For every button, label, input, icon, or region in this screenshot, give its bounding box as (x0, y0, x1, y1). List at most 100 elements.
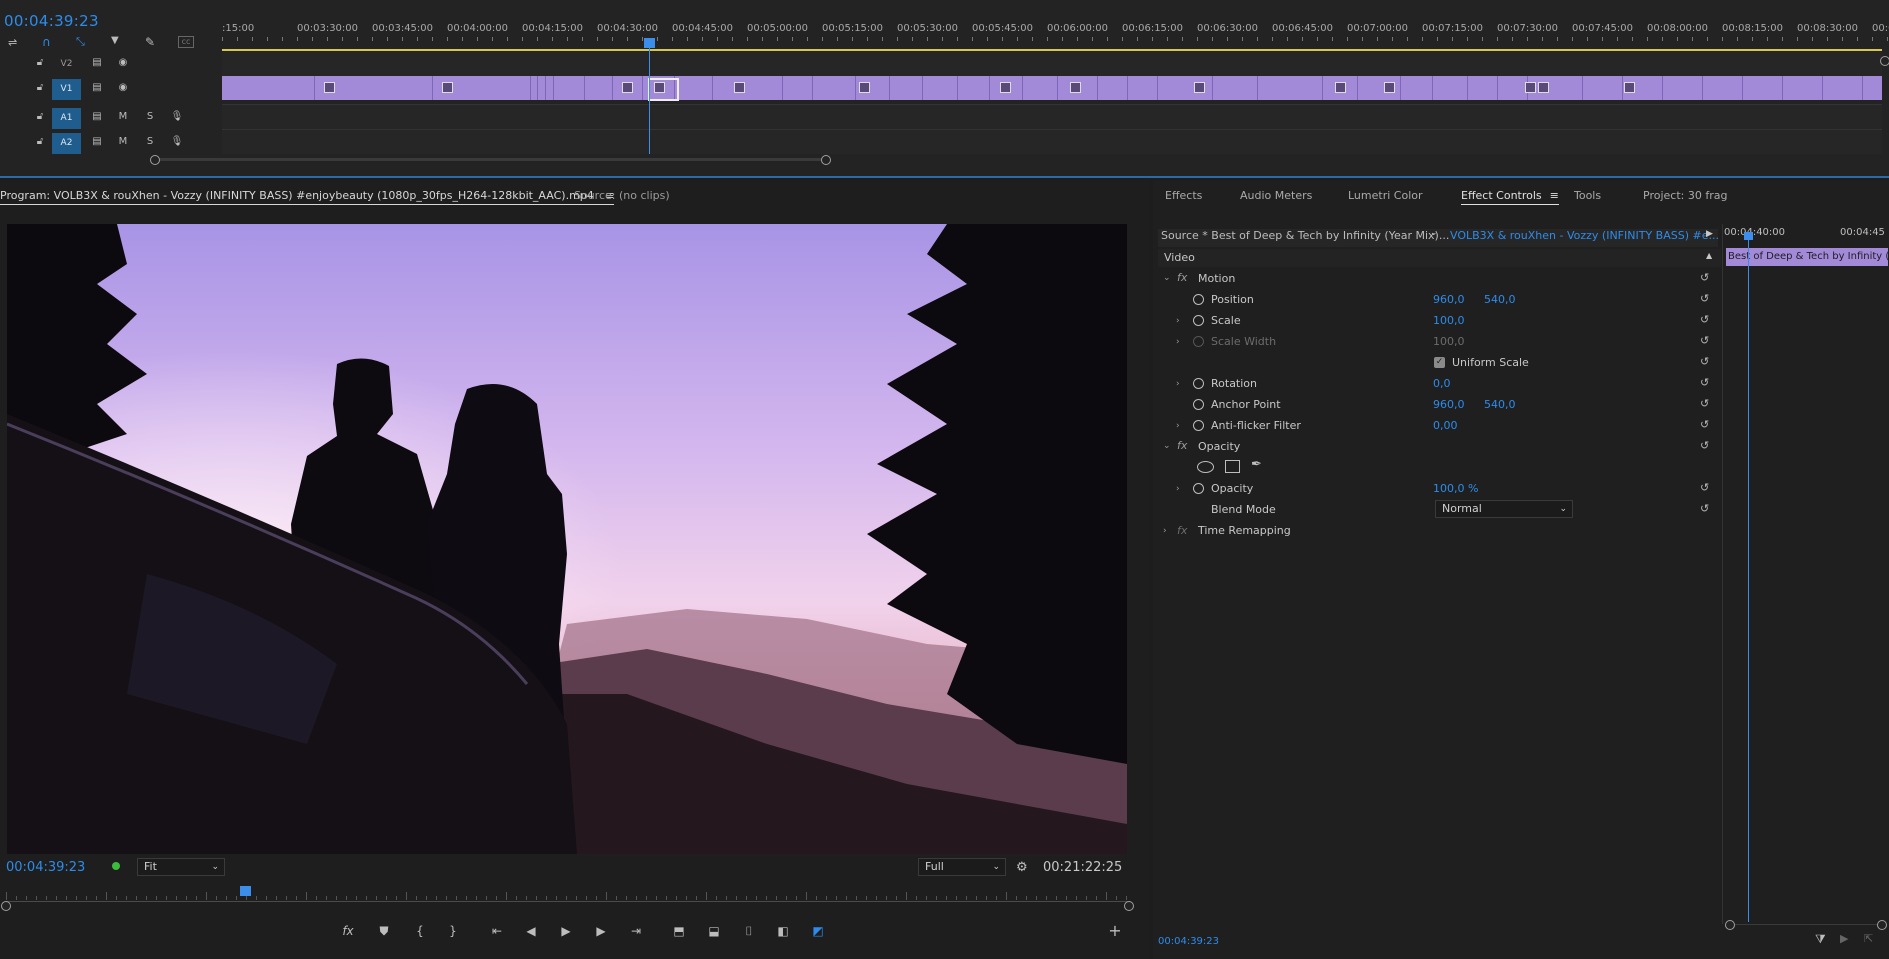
reset-icon[interactable]: ↺ (1700, 271, 1714, 284)
fx-icon[interactable]: fx (1177, 439, 1187, 452)
sync-lock-icon[interactable]: ▤ (90, 135, 104, 149)
rectangle-mask-icon[interactable] (1225, 460, 1240, 473)
play-button[interactable]: ▶︎ (556, 923, 576, 939)
chevron-down-icon[interactable]: ⌄ (1430, 228, 1438, 238)
step-back-button[interactable]: ◀︎ (521, 923, 541, 939)
mute-button[interactable]: M (116, 110, 130, 124)
reset-icon[interactable]: ↺ (1700, 397, 1714, 410)
sync-lock-icon[interactable]: ▤ (90, 110, 104, 124)
add-button[interactable]: + (1105, 923, 1125, 939)
track-target-v1[interactable]: V1 (52, 79, 81, 100)
clip-boundary[interactable] (889, 76, 890, 100)
lock-icon[interactable]: 🔓︎ (33, 56, 47, 70)
stopwatch-icon[interactable] (1193, 483, 1204, 494)
vertical-zoom-handle[interactable] (1880, 56, 1889, 66)
tab-source[interactable]: Source: (no clips) (574, 189, 670, 202)
time-remapping-label[interactable]: Time Remapping (1198, 524, 1291, 537)
position-x-value[interactable]: 960,0 (1433, 293, 1465, 306)
wrench-icon[interactable]: ⚙ (1016, 860, 1028, 875)
clip-boundary[interactable] (957, 76, 958, 100)
anchor-y-value[interactable]: 540,0 (1484, 398, 1516, 411)
effect-controls-timecode[interactable]: 00:04:39:23 (1158, 936, 1219, 947)
chevron-right-icon[interactable]: › (1176, 484, 1180, 494)
uniform-scale-checkbox[interactable]: ✓ (1434, 357, 1445, 368)
rotation-value[interactable]: 0,0 (1433, 377, 1451, 390)
clip-boundary[interactable] (1157, 76, 1158, 100)
clip-boundary[interactable] (1862, 76, 1863, 100)
clip-boundary[interactable] (1212, 76, 1213, 100)
add-marker-button[interactable]: ⛊ (374, 923, 394, 939)
clip-boundary[interactable] (1467, 76, 1468, 100)
mute-button[interactable]: M (116, 135, 130, 149)
clip-boundary[interactable] (1742, 76, 1743, 100)
program-timecode[interactable]: 00:04:39:23 (6, 860, 85, 875)
sync-lock-icon[interactable]: ▤ (90, 81, 104, 95)
solo-button[interactable]: S (143, 135, 157, 149)
monitor-scrub-bar[interactable] (6, 901, 1130, 902)
clip-boundary[interactable] (1702, 76, 1703, 100)
lift-button[interactable]: ⬒ (669, 923, 689, 939)
go-to-out-button[interactable]: ⇥ (626, 923, 646, 939)
clip-boundary[interactable] (537, 76, 538, 100)
stopwatch-icon[interactable] (1193, 420, 1204, 431)
clip-boundary[interactable] (812, 76, 813, 100)
clip-boundary[interactable] (1822, 76, 1823, 100)
snap-icon[interactable]: ∩ (42, 35, 56, 49)
selected-clip[interactable] (648, 78, 679, 101)
opacity-value[interactable]: 100,0 % (1433, 482, 1478, 495)
clip-boundary[interactable] (612, 76, 613, 100)
stopwatch-icon[interactable] (1193, 315, 1204, 326)
microphone-icon[interactable]: 🎙︎ (170, 135, 184, 149)
vr-toggle-button[interactable]: ◩ (808, 923, 828, 939)
clip-boundary[interactable] (1127, 76, 1128, 100)
clip-boundary[interactable] (1497, 76, 1498, 100)
track-lane-a2[interactable] (222, 129, 1882, 154)
panel-menu-icon[interactable]: ≡ (1550, 189, 1559, 202)
tab-audio-meters[interactable]: Audio Meters (1240, 189, 1312, 202)
add-marker-icon[interactable]: ▼ (111, 35, 123, 47)
clip-boundary[interactable] (1582, 76, 1583, 100)
pen-mask-icon[interactable]: ✒ (1251, 457, 1262, 472)
clip-boundary[interactable] (432, 76, 433, 100)
clip-boundary[interactable] (584, 76, 585, 100)
extract-button[interactable]: ⬓ (704, 923, 724, 939)
mini-scrollbar[interactable] (1728, 924, 1880, 925)
mini-scroll-left-handle[interactable] (1725, 920, 1735, 930)
stopwatch-icon[interactable] (1193, 294, 1204, 305)
play-triangle-icon[interactable]: ▶︎ (1706, 229, 1713, 239)
track-lane-v2[interactable] (222, 52, 1882, 76)
reset-icon[interactable]: ↺ (1700, 481, 1714, 494)
lock-icon[interactable]: 🔓︎ (33, 135, 47, 149)
clip-boundary[interactable] (1400, 76, 1401, 100)
scale-value[interactable]: 100,0 (1433, 314, 1465, 327)
time-ruler[interactable]: :15:00 00:03:30:00 00:03:45:00 00:04:00:00 0… (222, 20, 1889, 41)
clip-name-link[interactable]: VOLB3X & rouXhen - Vozzy (INFINITY BASS)… (1450, 229, 1719, 242)
nest-icon[interactable]: ⇌ (8, 36, 22, 49)
playback-resolution-select[interactable]: Full ⌄ (918, 858, 1006, 876)
anti-flicker-value[interactable]: 0,00 (1433, 419, 1458, 432)
clip-boundary[interactable] (314, 76, 315, 100)
timeline-timecode[interactable]: 00:04:39:23 (4, 12, 99, 30)
clip-boundary[interactable] (989, 76, 990, 100)
scroll-right-handle[interactable] (821, 155, 831, 165)
scrub-left-handle[interactable] (1, 901, 11, 911)
step-forward-button[interactable]: ▶︎ (591, 923, 611, 939)
tab-project[interactable]: Project: 30 frag (1643, 189, 1727, 202)
lock-icon[interactable]: 🔓︎ (33, 110, 47, 124)
track-target-a1[interactable]: A1 (52, 108, 81, 129)
clip-boundary[interactable] (922, 76, 923, 100)
go-to-in-button[interactable]: ⇤ (487, 923, 507, 939)
playhead-handle[interactable] (644, 38, 655, 48)
linked-selection-icon[interactable]: ⤡ (76, 35, 90, 48)
captions-icon[interactable]: cc (178, 36, 194, 48)
anchor-x-value[interactable]: 960,0 (1433, 398, 1465, 411)
reset-icon[interactable]: ↺ (1700, 502, 1714, 515)
mini-scroll-right-handle[interactable] (1877, 920, 1887, 930)
clip-boundary[interactable] (1432, 76, 1433, 100)
camera-icon[interactable]: ⌷ (739, 923, 759, 939)
video-frame[interactable] (7, 224, 1127, 854)
clip-boundary[interactable] (530, 76, 531, 100)
fx-icon[interactable]: fx (1177, 271, 1187, 284)
position-y-value[interactable]: 540,0 (1484, 293, 1516, 306)
monitor-time-ruler[interactable] (6, 892, 1130, 900)
